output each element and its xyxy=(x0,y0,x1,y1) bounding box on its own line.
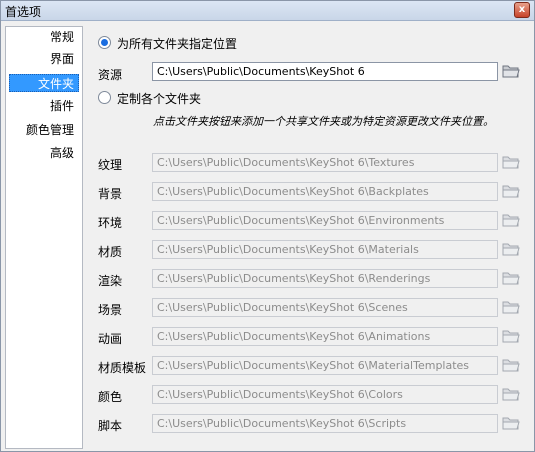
colors-path-input: C:\Users\Public\Documents\KeyShot 6\Colo… xyxy=(152,385,498,404)
folder-icon xyxy=(502,241,520,257)
row-label-renderings: 渲染 xyxy=(98,274,123,288)
radio-all-folders-label[interactable]: 为所有文件夹指定位置 xyxy=(117,35,237,52)
folder-icon xyxy=(502,270,520,286)
folder-icon[interactable] xyxy=(502,63,520,79)
radio-all-folders[interactable] xyxy=(98,36,111,49)
title-bar[interactable]: 首选项 x xyxy=(1,1,534,21)
row-label-material-templates: 材质模板 xyxy=(98,361,147,375)
row-label-backplates: 背景 xyxy=(98,187,123,201)
folders-panel: 为所有文件夹指定位置 资源 C:\Users\Public\Documents\… xyxy=(87,26,533,449)
folder-hint-text: 点击文件夹按钮来添加一个共享文件夹或为特定资源更改文件夹位置。 xyxy=(153,115,494,128)
backplates-path-input: C:\Users\Public\Documents\KeyShot 6\Back… xyxy=(152,182,498,201)
scenes-path-input: C:\Users\Public\Documents\KeyShot 6\Scen… xyxy=(152,298,498,317)
folder-icon xyxy=(502,328,520,344)
sidebar-item-color-management[interactable]: 颜色管理 xyxy=(22,121,78,139)
sidebar-item-general[interactable]: 常规 xyxy=(46,28,78,46)
resources-path-input[interactable]: C:\Users\Public\Documents\KeyShot 6 xyxy=(152,62,498,81)
category-list: 常规 界面 文件夹 插件 颜色管理 高级 xyxy=(5,26,83,449)
animations-path-input: C:\Users\Public\Documents\KeyShot 6\Anim… xyxy=(152,327,498,346)
window-title: 首选项 xyxy=(5,5,42,19)
row-label-scripts: 脚本 xyxy=(98,419,123,433)
sidebar-item-folders[interactable]: 文件夹 xyxy=(9,74,79,92)
row-label-environments: 环境 xyxy=(98,216,123,230)
textures-path-input: C:\Users\Public\Documents\KeyShot 6\Text… xyxy=(152,153,498,172)
material-templates-path-input: C:\Users\Public\Documents\KeyShot 6\Mate… xyxy=(152,356,498,375)
renderings-path-input: C:\Users\Public\Documents\KeyShot 6\Rend… xyxy=(152,269,498,288)
sidebar-item-plugins[interactable]: 插件 xyxy=(46,97,78,115)
preferences-window: 首选项 x 常规 界面 文件夹 插件 颜色管理 高级 为所有文件夹指定位置 资源… xyxy=(0,0,535,452)
resources-label: 资源 xyxy=(98,68,123,82)
row-label-materials: 材质 xyxy=(98,245,123,259)
folder-icon xyxy=(502,386,520,402)
row-label-animations: 动画 xyxy=(98,332,123,346)
folder-icon xyxy=(502,357,520,373)
folder-icon xyxy=(502,299,520,315)
radio-custom-folders-label[interactable]: 定制各个文件夹 xyxy=(117,90,201,107)
close-icon[interactable]: x xyxy=(514,2,530,18)
row-label-colors: 颜色 xyxy=(98,390,123,404)
row-label-textures: 纹理 xyxy=(98,158,123,172)
sidebar-item-advanced[interactable]: 高级 xyxy=(46,144,78,162)
folder-icon xyxy=(502,183,520,199)
sidebar-item-interface[interactable]: 界面 xyxy=(46,50,78,68)
folder-icon xyxy=(502,154,520,170)
folder-icon xyxy=(502,415,520,431)
row-label-scenes: 场景 xyxy=(98,303,123,317)
scripts-path-input: C:\Users\Public\Documents\KeyShot 6\Scri… xyxy=(152,414,498,433)
radio-custom-folders[interactable] xyxy=(98,91,111,104)
folder-icon xyxy=(502,212,520,228)
materials-path-input: C:\Users\Public\Documents\KeyShot 6\Mate… xyxy=(152,240,498,259)
environments-path-input: C:\Users\Public\Documents\KeyShot 6\Envi… xyxy=(152,211,498,230)
